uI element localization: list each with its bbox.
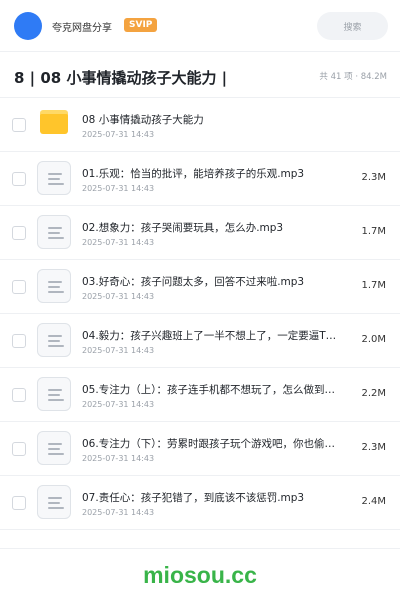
file-size: 2.2M: [361, 388, 386, 399]
file-name: 08 小事情撬动孩子大能力: [82, 114, 204, 126]
search-button[interactable]: 搜索: [317, 12, 388, 40]
file-name: 06.专注力（下）：劳累时跟孩子玩个游戏吧，你也偷…: [82, 438, 335, 450]
page-title: 8 | 08 小事情撬动孩子大能力 |: [14, 69, 228, 87]
row-checkbox[interactable]: [12, 226, 26, 240]
file-row[interactable]: 07.责任心：孩子犯错了，到底该不该惩罚.mp3 2025-07-31 14:4…: [0, 476, 400, 530]
avatar[interactable]: [14, 12, 42, 40]
folder-row[interactable]: 08 小事情撬动孩子大能力 2025-07-31 14:43: [0, 98, 400, 152]
row-checkbox[interactable]: [12, 172, 26, 186]
search-label: 搜索: [343, 22, 362, 33]
file-name: 02.想象力：孩子哭闹要玩具，怎么办.mp3: [82, 222, 284, 234]
file-date: 2025-07-31 14:43: [82, 130, 155, 139]
file-name: 04.毅力：孩子兴趣班上了一半不想上了，一定要逼T…: [82, 330, 337, 342]
file-date: 2025-07-31 14:43: [82, 292, 155, 301]
file-icon: [37, 431, 71, 465]
file-icon: [37, 161, 71, 195]
row-checkbox[interactable]: [12, 496, 26, 510]
file-name: 01.乐观：恰当的批评，能培养孩子的乐观.mp3: [82, 168, 305, 180]
file-icon: [37, 485, 71, 519]
row-checkbox[interactable]: [12, 388, 26, 402]
row-checkbox[interactable]: [12, 442, 26, 456]
file-size: 2.3M: [361, 172, 386, 183]
row-checkbox[interactable]: [12, 334, 26, 348]
row-checkbox[interactable]: [12, 118, 26, 132]
user-name[interactable]: 夸克网盘分享: [52, 19, 112, 34]
file-icon: [37, 323, 71, 357]
file-date: 2025-07-31 14:43: [82, 400, 155, 409]
file-list: 08 小事情撬动孩子大能力 2025-07-31 14:43 01.乐观：恰当的…: [0, 98, 400, 530]
file-date: 2025-07-31 14:43: [82, 508, 155, 517]
folder-header: 8 | 08 小事情撬动孩子大能力 | 共 41 项 · 84.2M: [0, 52, 400, 98]
row-checkbox[interactable]: [12, 280, 26, 294]
file-name: 05.专注力（上）：孩子连手机都不想玩了，怎么做到…: [82, 384, 335, 396]
top-bar: 夸克网盘分享 SVIP 搜索: [0, 0, 400, 52]
file-icon: [37, 269, 71, 303]
file-icon: [37, 377, 71, 411]
file-name: 03.好奇心：孩子问题太多，回答不过来啦.mp3: [82, 276, 305, 288]
folder-icon: [40, 110, 68, 134]
file-row[interactable]: 06.专注力（下）：劳累时跟孩子玩个游戏吧，你也偷… 2025-07-31 14…: [0, 422, 400, 476]
file-icon: [37, 215, 71, 249]
file-date: 2025-07-31 14:43: [82, 346, 155, 355]
file-date: 2025-07-31 14:43: [82, 238, 155, 247]
file-row[interactable]: 05.专注力（上）：孩子连手机都不想玩了，怎么做到… 2025-07-31 14…: [0, 368, 400, 422]
file-row[interactable]: 02.想象力：孩子哭闹要玩具，怎么办.mp3 2025-07-31 14:43 …: [0, 206, 400, 260]
file-name: 07.责任心：孩子犯错了，到底该不该惩罚.mp3: [82, 492, 305, 504]
file-size: 2.3M: [361, 442, 386, 453]
file-size: 2.0M: [361, 334, 386, 345]
file-size: 2.4M: [361, 496, 386, 507]
file-date: 2025-07-31 14:43: [82, 454, 155, 463]
file-size: 1.7M: [361, 226, 386, 237]
svip-badge: SVIP: [124, 18, 158, 32]
watermark: miosou.cc: [143, 562, 257, 588]
file-row[interactable]: 03.好奇心：孩子问题太多，回答不过来啦.mp3 2025-07-31 14:4…: [0, 260, 400, 314]
file-row[interactable]: 04.毅力：孩子兴趣班上了一半不想上了，一定要逼T… 2025-07-31 14…: [0, 314, 400, 368]
file-size: 1.7M: [361, 280, 386, 291]
footer-divider: [0, 548, 400, 549]
file-row[interactable]: 01.乐观：恰当的批评，能培养孩子的乐观.mp3 2025-07-31 14:4…: [0, 152, 400, 206]
item-summary: 共 41 项 · 84.2M: [319, 72, 387, 82]
file-date: 2025-07-31 14:43: [82, 184, 155, 193]
